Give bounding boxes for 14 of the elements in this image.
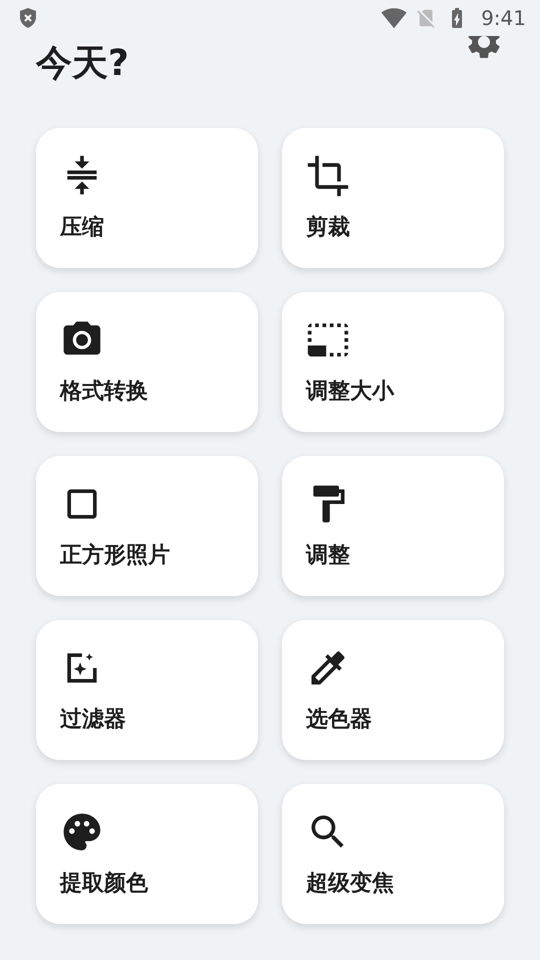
tool-card[interactable]: 压缩 xyxy=(36,128,258,268)
tool-card[interactable]: 剪裁 xyxy=(282,128,504,268)
tool-card[interactable]: 格式转换 xyxy=(36,292,258,432)
tool-card[interactable]: 超级变焦 xyxy=(282,784,504,924)
tool-card[interactable]: 正方形照片 xyxy=(36,456,258,596)
page-title: 今天? xyxy=(36,42,129,86)
tool-card[interactable]: 调整大小 xyxy=(282,292,504,432)
status-time: 9:41 xyxy=(481,6,526,30)
tool-card[interactable]: 选色器 xyxy=(282,620,504,760)
crop-icon xyxy=(306,154,350,198)
tool-card[interactable]: 提取颜色 xyxy=(36,784,258,924)
tool-card[interactable]: 过滤器 xyxy=(36,620,258,760)
shield-icon xyxy=(18,7,38,29)
tool-card[interactable]: 调整 xyxy=(282,456,504,596)
